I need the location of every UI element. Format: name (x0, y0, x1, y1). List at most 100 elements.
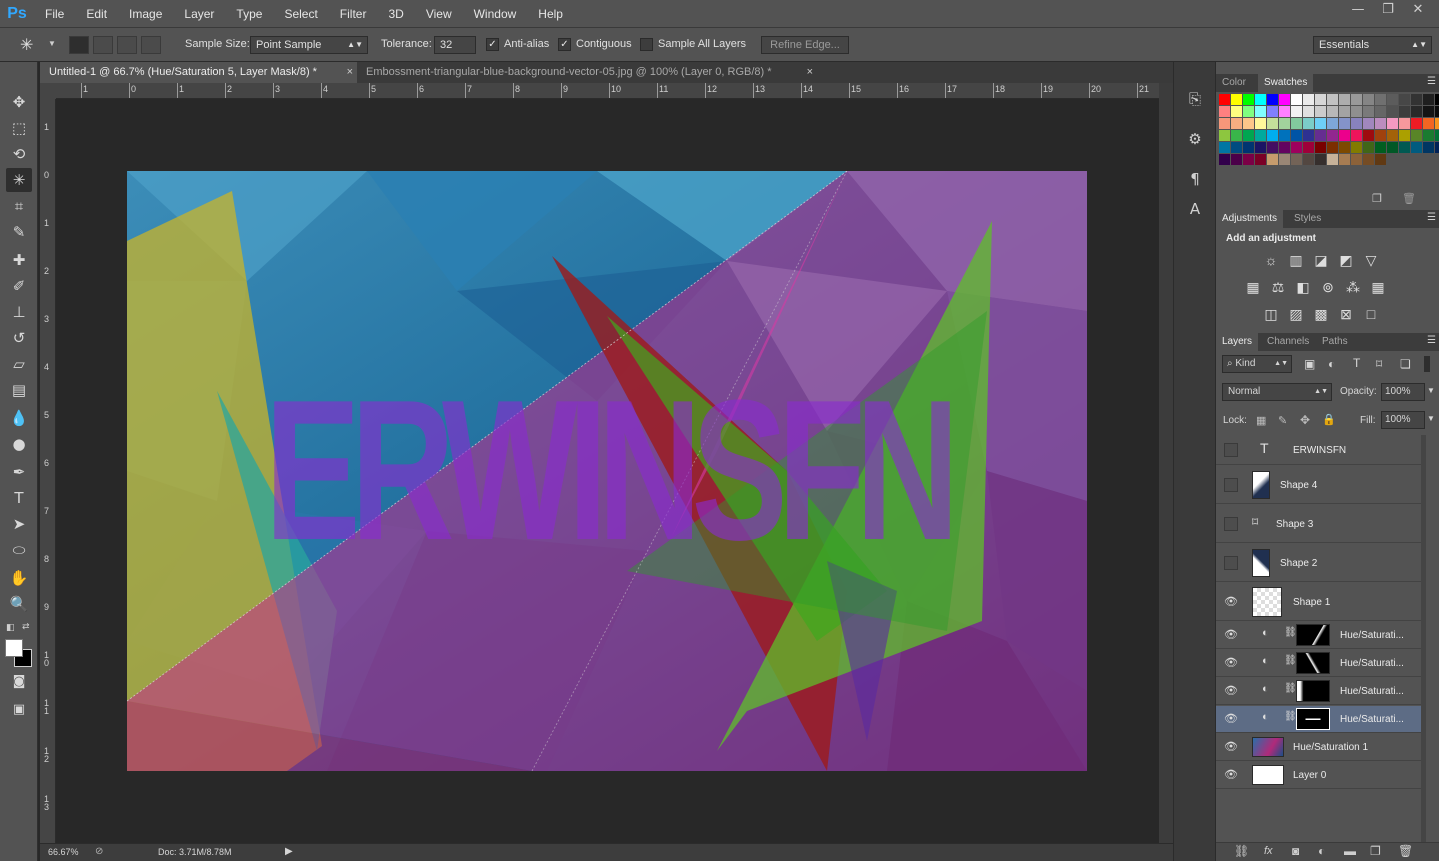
color-swatch[interactable] (1423, 130, 1434, 141)
color-swatch[interactable] (1255, 154, 1266, 165)
color-swatch[interactable] (1303, 142, 1314, 153)
color-swatch[interactable] (1411, 142, 1422, 153)
history-brush-tool-icon[interactable]: ↺ (6, 326, 32, 350)
anti-alias-checkbox[interactable]: ✓ (486, 38, 499, 51)
color-swatch[interactable] (1363, 106, 1374, 117)
color-swatch[interactable] (1231, 106, 1242, 117)
layer-row[interactable]: 👁 Shape 1 (1216, 583, 1426, 621)
color-swatch[interactable] (1339, 142, 1350, 153)
curves-icon[interactable]: ◪ (1311, 251, 1331, 269)
marquee-tool-icon[interactable]: ⬚ (6, 116, 32, 140)
tab-embossment-jpg[interactable]: Embossment-triangular-blue-background-ve… (357, 62, 817, 83)
color-swatch[interactable] (1423, 142, 1434, 153)
gradient-tool-icon[interactable]: ▤ (6, 378, 32, 402)
color-swatch[interactable] (1279, 118, 1290, 129)
foreground-color-swatch[interactable] (5, 639, 23, 657)
color-swatch[interactable] (1303, 118, 1314, 129)
color-swatch[interactable] (1279, 106, 1290, 117)
paragraph-panel-icon[interactable]: ¶ (1183, 168, 1207, 190)
color-swatch[interactable] (1375, 154, 1386, 165)
color-swatch[interactable] (1279, 142, 1290, 153)
color-swatch[interactable] (1315, 154, 1326, 165)
layer-row[interactable]: Shape 4 (1216, 466, 1426, 504)
color-swatch[interactable] (1387, 118, 1398, 129)
color-swatch[interactable] (1435, 94, 1439, 105)
vertical-scrollbar[interactable] (1159, 83, 1173, 843)
zoom-tool-icon[interactable]: 🔍 (6, 592, 32, 616)
color-swatch[interactable] (1327, 106, 1338, 117)
color-swatch[interactable] (1375, 118, 1386, 129)
color-swatch[interactable] (1279, 130, 1290, 141)
menu-image[interactable]: Image (118, 0, 173, 28)
color-swatch[interactable] (1231, 154, 1242, 165)
color-swatch[interactable] (1363, 94, 1374, 105)
link-icon[interactable]: ⛓ (1284, 655, 1297, 666)
color-balance-icon[interactable]: ⚖ (1268, 278, 1288, 296)
magic-wand-icon[interactable]: ✳ (20, 35, 33, 55)
link-icon[interactable]: ⛓ (1284, 711, 1297, 722)
color-swatch[interactable] (1291, 142, 1302, 153)
intersect-selection-icon[interactable] (141, 36, 161, 54)
color-swatch[interactable] (1327, 142, 1338, 153)
menu-type[interactable]: Type (225, 0, 273, 28)
vibrance-icon[interactable]: ▽ (1361, 251, 1381, 269)
lock-transparent-icon[interactable]: ▦ (1256, 414, 1266, 427)
new-layer-icon[interactable]: ❐ (1370, 844, 1381, 858)
lock-all-icon[interactable]: 🔒 (1322, 413, 1336, 426)
color-swatch[interactable] (1387, 106, 1398, 117)
color-swatch[interactable] (1219, 106, 1230, 117)
swatch-grid[interactable] (1219, 94, 1439, 194)
layer-row[interactable]: T ERWINSFN (1216, 435, 1426, 465)
eye-icon[interactable]: 👁 (1224, 712, 1238, 726)
status-menu-arrow-icon[interactable]: ▶ (285, 846, 293, 857)
hue-saturation-icon[interactable]: ▦ (1243, 278, 1263, 296)
subtract-from-selection-icon[interactable] (117, 36, 137, 54)
color-swatch[interactable] (1435, 142, 1439, 153)
document-canvas[interactable]: ERWINSFN (126, 170, 1087, 772)
color-swatch[interactable] (1375, 106, 1386, 117)
layer-row[interactable]: ⌑ Shape 3 (1216, 505, 1426, 543)
lock-position-icon[interactable]: ✥ (1300, 413, 1310, 427)
color-swatch[interactable] (1243, 154, 1254, 165)
menu-view[interactable]: View (415, 0, 463, 28)
brightness-contrast-icon[interactable]: ☼ (1261, 251, 1281, 269)
layer-mask-thumbnail[interactable] (1296, 680, 1330, 702)
tab-color[interactable]: Color (1216, 74, 1252, 92)
color-swatch[interactable] (1243, 94, 1254, 105)
color-swatch[interactable] (1279, 154, 1290, 165)
invert-icon[interactable]: ◫ (1261, 305, 1281, 323)
color-swatch[interactable] (1255, 130, 1266, 141)
color-swatch[interactable] (1375, 130, 1386, 141)
menu-edit[interactable]: Edit (75, 0, 118, 28)
fill-input[interactable]: 100% (1381, 411, 1425, 429)
tab-styles[interactable]: Styles (1288, 210, 1327, 228)
color-swatch[interactable] (1219, 94, 1230, 105)
color-swatch[interactable] (1351, 130, 1362, 141)
color-swatch[interactable] (1363, 130, 1374, 141)
color-swatch[interactable] (1267, 106, 1278, 117)
color-swatch[interactable] (1411, 94, 1422, 105)
opacity-dropdown-icon[interactable]: ▼ (1427, 386, 1435, 395)
color-swatch[interactable] (1351, 118, 1362, 129)
eye-icon[interactable]: 👁 (1224, 628, 1238, 642)
ruler-origin[interactable] (40, 83, 56, 99)
selective-color-icon[interactable]: □ (1361, 305, 1381, 323)
eye-icon[interactable]: 👁 (1224, 595, 1238, 609)
color-swatch[interactable] (1363, 118, 1374, 129)
exposure-icon[interactable]: ◩ (1336, 251, 1356, 269)
color-swatch[interactable] (1423, 106, 1434, 117)
minimize-button[interactable]: — (1343, 0, 1373, 20)
menu-window[interactable]: Window (463, 0, 528, 28)
quick-mask-icon[interactable]: ◙ (6, 670, 32, 694)
contiguous-checkbox[interactable]: ✓ (558, 38, 571, 51)
healing-brush-tool-icon[interactable]: ✚ (6, 248, 32, 272)
color-swatch[interactable] (1351, 154, 1362, 165)
panel-menu-icon[interactable]: ☰ (1427, 76, 1436, 87)
filter-adjustment-icon[interactable]: ◐ (1328, 357, 1335, 371)
visibility-toggle[interactable] (1224, 443, 1238, 457)
character-panel-icon[interactable]: A (1183, 198, 1207, 220)
color-swatch[interactable] (1423, 118, 1434, 129)
color-swatch[interactable] (1411, 106, 1422, 117)
eye-icon[interactable]: 👁 (1224, 684, 1238, 698)
add-to-selection-icon[interactable] (93, 36, 113, 54)
